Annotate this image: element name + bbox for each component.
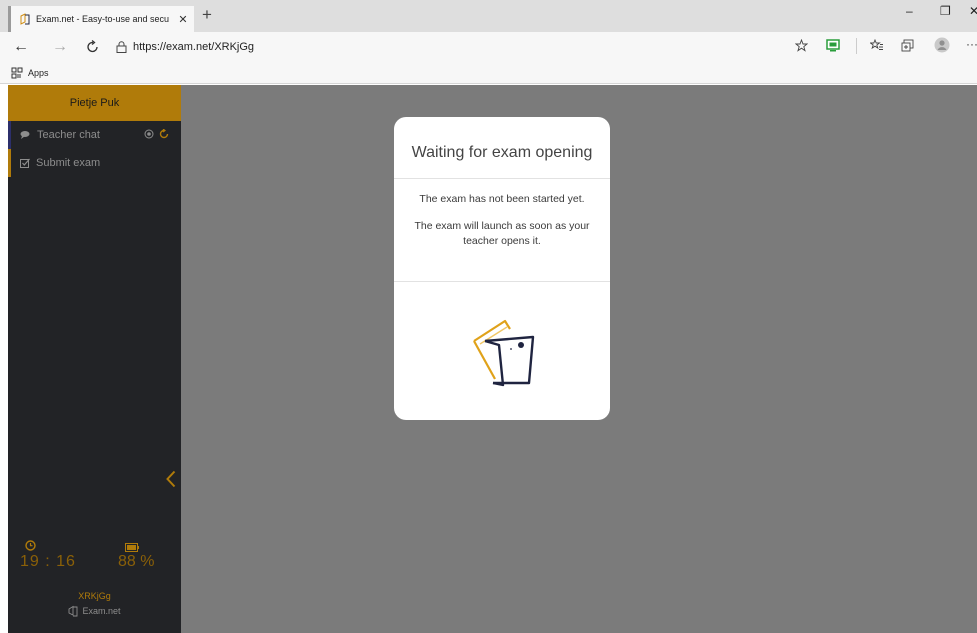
dialog-message-launch: The exam will launch as soon as your tea… xyxy=(414,220,590,247)
brand-name: Exam.net xyxy=(82,606,121,616)
chat-icon xyxy=(20,130,31,140)
exam-net-logo: Exam.net xyxy=(8,605,181,617)
dialog-title: Waiting for exam opening xyxy=(394,117,610,179)
exam-door-icon xyxy=(473,319,535,387)
browser-tab[interactable]: Exam.net - Easy-to-use and secu ✕ xyxy=(8,6,194,32)
sidebar-item-submit-exam[interactable]: Submit exam xyxy=(8,149,181,177)
more-menu-icon[interactable]: ··· xyxy=(966,37,977,51)
tab-title: Exam.net - Easy-to-use and secu xyxy=(36,14,170,24)
sidebar-item-teacher-chat[interactable]: Teacher chat xyxy=(8,121,181,149)
lock-icon xyxy=(116,41,127,53)
refresh-button[interactable] xyxy=(86,37,100,60)
browser-tab-bar: Exam.net - Easy-to-use and secu ✕ + – ❐ … xyxy=(0,0,977,32)
door-illustration xyxy=(394,282,610,420)
student-name-header: Pietje Puk xyxy=(8,85,181,121)
collections-icon[interactable] xyxy=(901,39,914,52)
toolbar-divider xyxy=(856,38,857,54)
clock-time: 19 : 16 xyxy=(20,553,76,570)
chat-status-icons xyxy=(144,129,169,139)
target-icon xyxy=(144,129,154,139)
sidebar-item-label: Teacher chat xyxy=(37,129,100,141)
maximize-button[interactable]: ❐ xyxy=(940,4,951,18)
apps-grid-icon[interactable] xyxy=(11,67,23,79)
dialog-message-not-started: The exam has not been started yet. xyxy=(419,193,585,205)
bookmark-apps[interactable]: Apps xyxy=(28,68,49,78)
tab-close-icon[interactable]: ✕ xyxy=(176,13,190,26)
close-window-button[interactable]: ✕ xyxy=(969,4,977,18)
bookmarks-bar: Apps xyxy=(0,62,977,84)
back-button[interactable]: ← xyxy=(13,37,29,57)
checkbox-icon xyxy=(20,158,30,168)
exam-code: XRKjGg xyxy=(78,591,111,601)
dialog-body: The exam has not been started yet. The e… xyxy=(394,179,610,282)
collapse-sidebar-chevron-icon[interactable] xyxy=(166,470,176,488)
url-text: https://exam.net/XRKjGg xyxy=(133,41,255,53)
address-bar[interactable]: https://exam.net/XRKjGg xyxy=(116,37,806,57)
star-icon[interactable] xyxy=(795,39,808,52)
extension-icon[interactable] xyxy=(826,39,840,52)
browser-toolbar: ← → https://exam.net/XRKjGg ··· xyxy=(0,32,977,62)
battery-level: 88 % xyxy=(118,553,155,570)
exam-sidebar: Pietje Puk Teacher chat Submit exam 19 :… xyxy=(8,85,181,633)
profile-avatar-icon[interactable] xyxy=(934,37,950,53)
minimize-button[interactable]: – xyxy=(906,4,913,18)
exam-main-area: Waiting for exam opening The exam has no… xyxy=(181,85,977,633)
refresh-icon xyxy=(159,129,169,139)
favorites-icon[interactable] xyxy=(870,39,884,52)
forward-button[interactable]: → xyxy=(52,37,68,57)
new-tab-button[interactable]: + xyxy=(202,5,212,25)
exam-net-favicon-icon xyxy=(19,13,31,25)
refresh-icon xyxy=(87,39,98,53)
sidebar-item-label: Submit exam xyxy=(36,157,101,169)
exam-net-logo-icon xyxy=(69,605,78,617)
waiting-dialog: Waiting for exam opening The exam has no… xyxy=(394,117,610,420)
